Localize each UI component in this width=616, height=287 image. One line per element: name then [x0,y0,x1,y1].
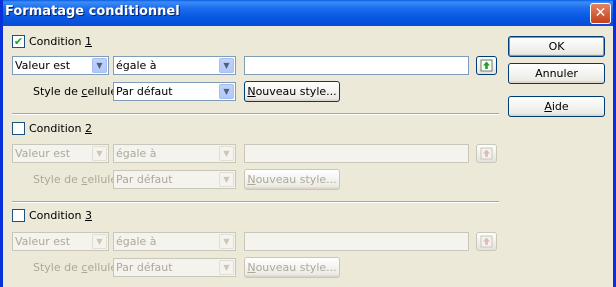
separator-2 [12,201,499,203]
condition-1-style-select[interactable]: Par défaut ▼ [113,82,236,101]
title-bar[interactable]: Formatage conditionnel ✕ [3,0,613,26]
condition-2-type-select[interactable]: Valeur est ▼ [12,144,109,163]
condition-3-style-select[interactable]: Par défaut ▼ [113,258,236,277]
condition-3-number: 3 [85,209,92,222]
shrink-icon [480,147,493,160]
chevron-down-icon[interactable]: ▼ [219,146,234,161]
condition-2-value-input[interactable] [244,144,469,163]
condition-3-toggle[interactable]: Condition 3 [12,209,92,222]
close-button[interactable]: ✕ [590,3,611,24]
chevron-down-icon[interactable]: ▼ [92,58,107,73]
close-icon: ✕ [594,5,607,21]
chevron-down-icon[interactable]: ▼ [92,146,107,161]
condition-2-toggle[interactable]: Condition 2 [12,122,92,135]
condition-3-operator-select[interactable]: égale à ▼ [113,232,236,251]
condition-2-style-value: Par défaut [116,173,173,186]
condition-2-checkbox[interactable] [12,122,25,135]
condition-3-label: Condition [29,209,85,222]
condition-1-type-select[interactable]: Valeur est ▼ [12,56,109,75]
condition-2-new-style-button[interactable]: Nouveau style... [244,169,340,190]
chevron-down-icon[interactable]: ▼ [219,58,234,73]
condition-3-type-value: Valeur est [15,235,71,248]
chevron-down-icon[interactable]: ▼ [219,172,234,187]
condition-3-cell-pick-button[interactable] [476,232,497,251]
condition-1-checkbox[interactable]: ✔ [12,35,25,48]
condition-1-label: Condition [29,35,85,48]
condition-1-new-style-button[interactable]: Nouveau style... [244,81,340,102]
condition-1-toggle[interactable]: ✔ Condition 1 [12,35,92,48]
window-title: Formatage conditionnel [5,4,180,19]
condition-2-operator-value: égale à [116,147,157,160]
condition-2-style-select[interactable]: Par défaut ▼ [113,170,236,189]
condition-3-value-input[interactable] [244,232,469,251]
ok-button[interactable]: OK [508,36,605,57]
condition-3-type-select[interactable]: Valeur est ▼ [12,232,109,251]
condition-3-style-value: Par défaut [116,261,173,274]
condition-1-type-value: Valeur est [15,59,71,72]
condition-1-number: 1 [85,35,92,48]
condition-3-new-style-button[interactable]: Nouveau style... [244,257,340,278]
separator-1 [12,113,499,115]
chevron-down-icon[interactable]: ▼ [92,234,107,249]
chevron-down-icon[interactable]: ▼ [219,260,234,275]
condition-1-cell-pick-button[interactable] [476,56,497,75]
condition-2-cell-pick-button[interactable] [476,144,497,163]
condition-2-type-value: Valeur est [15,147,71,160]
help-button[interactable]: Aide [508,96,605,117]
dialog-window: Formatage conditionnel ✕ ✔ Condition 1 V… [0,0,616,287]
condition-1-operator-value: égale à [116,59,157,72]
condition-2-number: 2 [85,122,92,135]
condition-1-value-input[interactable] [244,56,469,75]
condition-3-operator-value: égale à [116,235,157,248]
chevron-down-icon[interactable]: ▼ [219,84,234,99]
condition-2-label: Condition [29,122,85,135]
shrink-icon [480,235,493,248]
condition-1-style-label: Style de cellule [33,85,118,98]
cancel-button[interactable]: Annuler [508,63,605,84]
condition-3-style-label: Style de cellule [33,261,118,274]
condition-1-operator-select[interactable]: égale à ▼ [113,56,236,75]
condition-1-style-value: Par défaut [116,85,173,98]
chevron-down-icon[interactable]: ▼ [219,234,234,249]
condition-3-checkbox[interactable] [12,209,25,222]
condition-2-operator-select[interactable]: égale à ▼ [113,144,236,163]
condition-2-style-label: Style de cellule [33,173,118,186]
shrink-icon [480,59,493,72]
dialog-body: ✔ Condition 1 Valeur est ▼ égale à ▼ Sty… [3,26,613,287]
